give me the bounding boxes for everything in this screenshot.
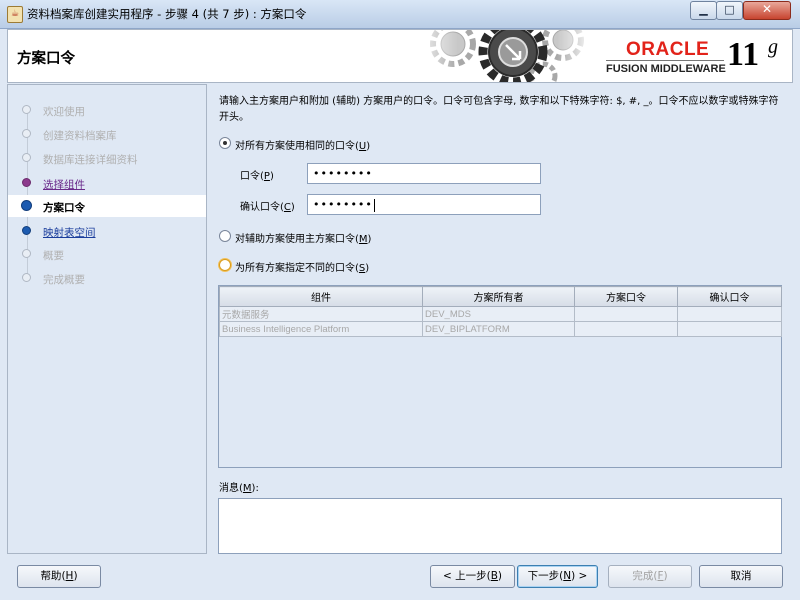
nav-step-schema-passwords: 方案口令: [8, 195, 206, 217]
minimize-icon: ▁: [699, 3, 708, 16]
nav-step-db-connection: 数据库连接详细资料: [8, 147, 206, 169]
nav-step-label: 数据库连接详细资料: [43, 154, 138, 166]
table-row: Business Intelligence Platform DEV_BIPLA…: [219, 321, 782, 337]
cell-confirm: [677, 306, 782, 322]
step-dot-icon: [22, 178, 31, 187]
step-navigation: 欢迎使用 创建资料档案库 数据库连接详细资料 选择组件 方案口令 映射表空间 概…: [7, 84, 207, 554]
column-header-schema-owner[interactable]: 方案所有者: [422, 286, 575, 307]
step-dot-icon: [22, 129, 31, 138]
radio-unchecked-icon[interactable]: [219, 259, 231, 271]
schema-password-table: 组件 方案所有者 方案口令 确认口令 元数据服务 DEV_MDS Busines…: [218, 285, 782, 468]
step-dot-icon: [22, 153, 31, 162]
radio-checked-icon[interactable]: [219, 137, 231, 149]
finish-button: 完成(F): [608, 565, 692, 588]
table-header-row: 组件 方案所有者 方案口令 确认口令: [219, 286, 782, 307]
nav-step-completion-summary: 完成概要: [8, 267, 206, 289]
instructions-text: 请输入主方案用户和附加 (辅助) 方案用户的口令。口令可包含字母, 数字和以下特…: [219, 96, 779, 123]
nav-step-label: 方案口令: [43, 202, 85, 214]
step-dot-icon: [22, 249, 31, 258]
gears-graphic: [413, 30, 593, 82]
app-icon: ☕: [7, 6, 23, 23]
nav-step-map-tablespaces[interactable]: 映射表空间: [8, 220, 206, 242]
nav-step-label: 欢迎使用: [43, 106, 85, 118]
back-button[interactable]: < 上一步(B): [430, 565, 515, 588]
cell-component: 元数据服务: [219, 306, 423, 322]
messages-area[interactable]: [218, 498, 782, 554]
cell-owner: DEV_BIPLATFORM: [422, 321, 575, 337]
cell-owner: DEV_MDS: [422, 306, 575, 322]
close-button[interactable]: ✕: [743, 1, 791, 20]
column-header-schema-password[interactable]: 方案口令: [574, 286, 678, 307]
cell-confirm: [677, 321, 782, 337]
nav-step-select-components[interactable]: 选择组件: [8, 172, 206, 194]
nav-step-label: 选择组件: [43, 179, 85, 191]
radio-label: 为所有方案指定不同的口令: [235, 263, 355, 274]
column-header-component[interactable]: 组件: [219, 286, 423, 307]
help-button[interactable]: 帮助(H): [17, 565, 101, 588]
nav-step-label: 完成概要: [43, 274, 85, 286]
version-number: 11: [727, 36, 760, 73]
radio-label: 对所有方案使用相同的口令: [235, 141, 355, 152]
step-dot-icon: [22, 226, 31, 235]
nav-step-create-repository: 创建资料档案库: [8, 123, 206, 145]
step-dot-icon: [22, 273, 31, 282]
confirm-password-label: 确认口令(C): [240, 202, 295, 213]
page-title: 方案口令: [17, 51, 75, 67]
oracle-logo: ORACLE: [626, 39, 710, 60]
radio-unchecked-icon[interactable]: [219, 230, 231, 242]
cell-password: [574, 321, 678, 337]
maximize-icon: □: [724, 3, 735, 16]
password-label: 口令(P): [240, 171, 274, 182]
text-caret: [373, 198, 375, 212]
table-row: 元数据服务 DEV_MDS: [219, 306, 782, 322]
messages-label: 消息(M):: [219, 483, 259, 494]
nav-step-summary: 概要: [8, 243, 206, 265]
cell-password: [574, 306, 678, 322]
next-button[interactable]: 下一步(N) >: [517, 565, 598, 588]
header-banner: 方案口令 ORACLE FUSION MIDDLEWARE 11 g: [7, 29, 793, 83]
mnemonic: S: [358, 263, 366, 274]
main-panel: 请输入主方案用户和附加 (辅助) 方案用户的口令。口令可包含字母, 数字和以下特…: [209, 84, 793, 554]
brand-divider: [606, 60, 724, 61]
radio-label: 对辅助方案使用主方案口令: [235, 234, 355, 245]
password-field[interactable]: ••••••••: [307, 163, 541, 184]
product-name: FUSION MIDDLEWARE: [606, 63, 726, 75]
cell-component: Business Intelligence Platform: [219, 321, 423, 337]
step-dot-icon: [22, 105, 31, 114]
nav-step-label: 映射表空间: [43, 227, 96, 239]
nav-step-welcome: 欢迎使用: [8, 99, 206, 121]
title-bar: ☕ 资料档案库创建实用程序 - 步骤 4 (共 7 步) : 方案口令 ▁ □ …: [0, 0, 800, 29]
minimize-button[interactable]: ▁: [690, 1, 717, 20]
mnemonic: M: [358, 234, 368, 245]
mnemonic: U: [358, 141, 367, 152]
maximize-button[interactable]: □: [716, 1, 743, 20]
step-dot-icon: [21, 200, 32, 211]
window-title: 资料档案库创建实用程序 - 步骤 4 (共 7 步) : 方案口令: [27, 7, 307, 21]
nav-step-label: 概要: [43, 250, 64, 262]
nav-step-label: 创建资料档案库: [43, 130, 117, 142]
column-header-confirm-password[interactable]: 确认口令: [677, 286, 782, 307]
confirm-password-field[interactable]: ••••••••: [307, 194, 541, 215]
version-suffix: g: [768, 36, 778, 58]
cancel-button[interactable]: 取消: [699, 565, 783, 588]
close-icon: ✕: [761, 2, 773, 16]
